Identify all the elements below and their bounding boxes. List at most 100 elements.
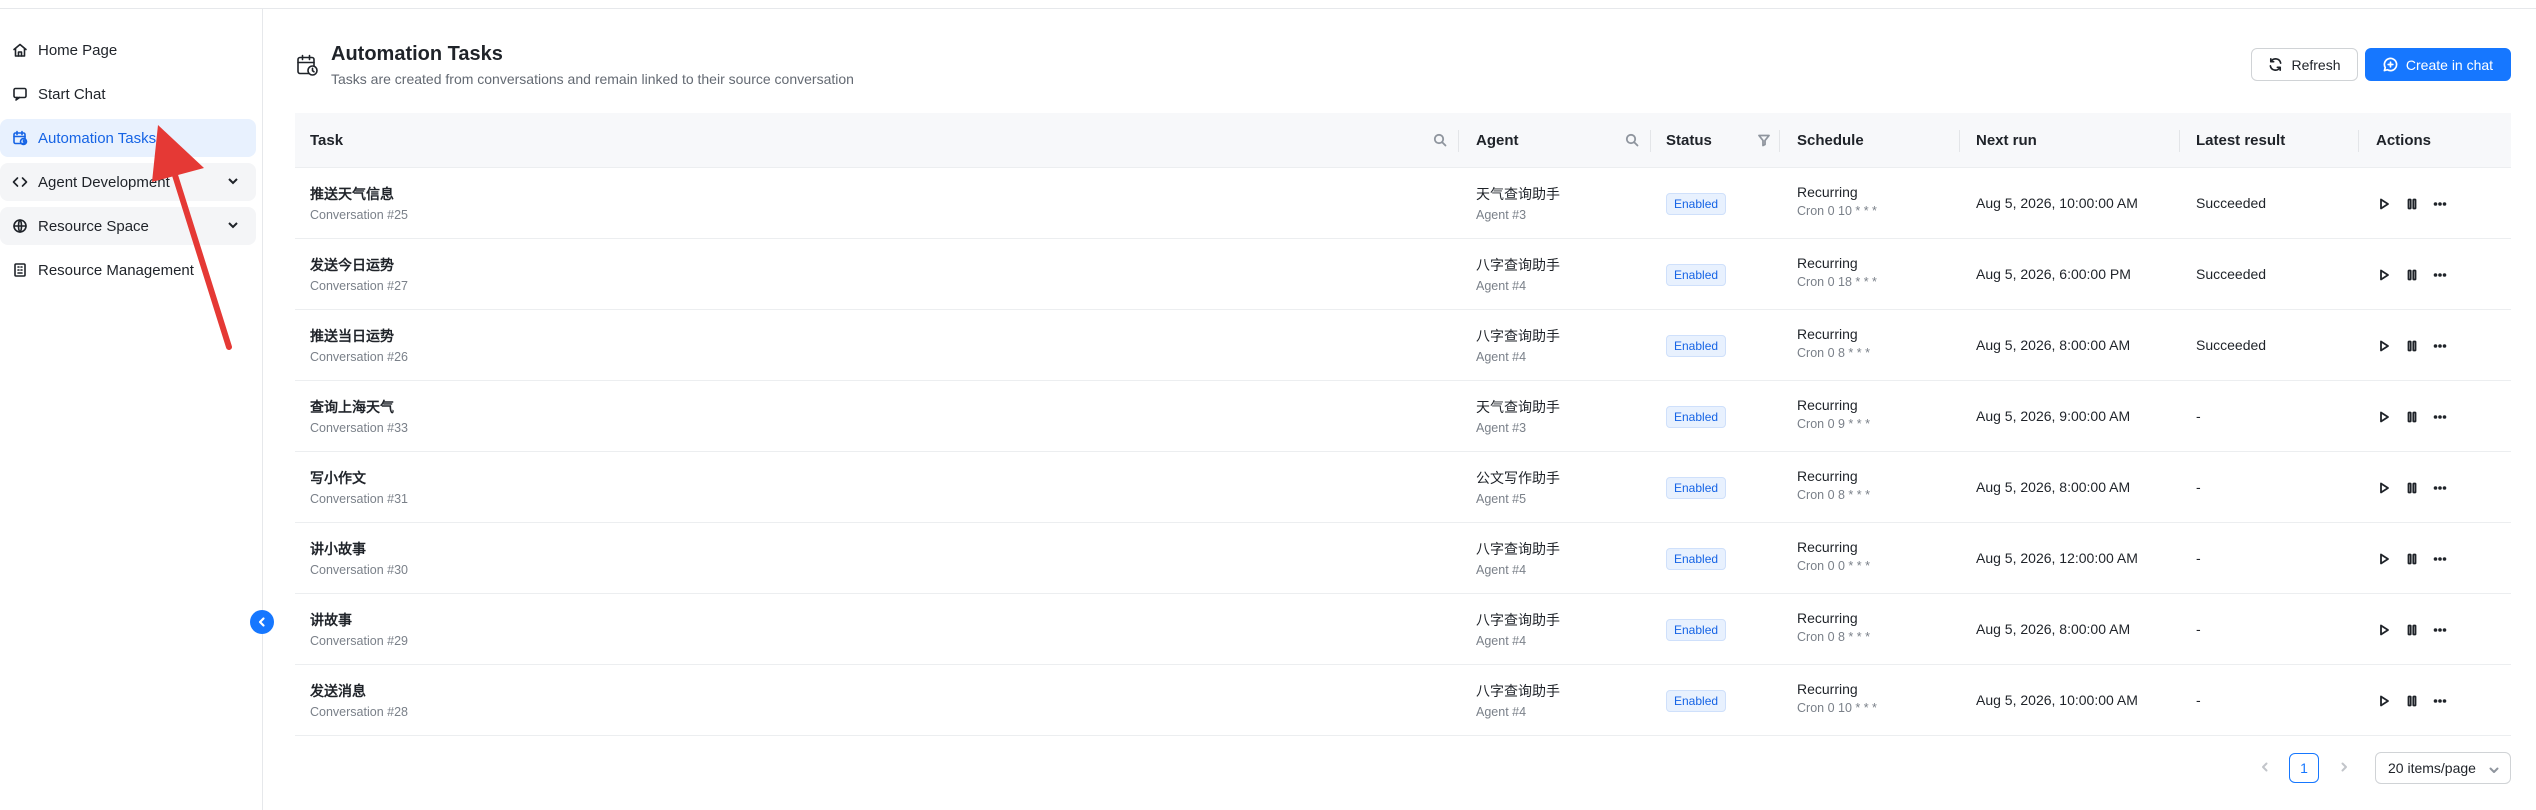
sidebar-item-resource-management[interactable]: Resource Management [0,251,256,289]
schedule-cron: Cron 0 10 * * * [1797,701,1877,715]
search-icon[interactable] [1433,133,1447,147]
search-icon[interactable] [1625,133,1639,147]
schedule-cell: Recurring Cron 0 0 * * * [1797,539,1870,573]
column-header-task: Task [310,132,344,149]
pause-button[interactable] [2404,338,2420,354]
task-conversation[interactable]: Conversation #26 [310,350,408,364]
status-cell: Enabled [1666,406,1727,428]
chevron-down-icon[interactable] [226,218,242,234]
more-actions-button[interactable] [2432,693,2448,709]
filter-icon[interactable] [1757,133,1771,147]
actions-cell [2376,480,2460,496]
pause-button[interactable] [2404,622,2420,638]
sidebar-item-resource-space[interactable]: Resource Space [0,207,256,245]
latest-result-cell: Succeeded [2196,266,2267,282]
column-header-schedule: Schedule [1797,132,1864,149]
actions-cell [2376,409,2460,425]
pause-button[interactable] [2404,409,2420,425]
pause-button[interactable] [2404,480,2420,496]
run-button[interactable] [2376,551,2392,567]
schedule-type: Recurring [1797,681,1858,697]
agent-name: 八字查询助手 [1476,257,1560,273]
page-size-select[interactable]: 20 items/page [2375,752,2511,784]
task-name[interactable]: 查询上海天气 [310,397,408,417]
pagination-page-1[interactable]: 1 [2289,753,2319,783]
refresh-button[interactable]: Refresh [2251,48,2358,81]
pause-button[interactable] [2404,196,2420,212]
run-button[interactable] [2376,693,2392,709]
task-conversation[interactable]: Conversation #25 [310,208,408,222]
task-conversation[interactable]: Conversation #30 [310,563,408,577]
task-cell: 查询上海天气 Conversation #33 [310,397,408,435]
chat-plus-icon [2383,57,2398,72]
pagination-next-button[interactable] [2334,757,2354,777]
more-actions-button[interactable] [2432,480,2448,496]
schedule-cell: Recurring Cron 0 8 * * * [1797,468,1870,502]
sidebar-item-automation-tasks[interactable]: Automation Tasks [0,119,256,157]
task-cell: 推送当日运势 Conversation #26 [310,326,408,364]
play-icon [2380,695,2389,707]
actions-cell [2376,196,2460,212]
agent-name: 天气查询助手 [1476,186,1560,202]
schedule-cell: Recurring Cron 0 18 * * * [1797,255,1877,289]
task-conversation[interactable]: Conversation #33 [310,421,408,435]
task-name[interactable]: 发送今日运势 [310,255,408,275]
sidebar-item-start-chat[interactable]: Start Chat [0,75,256,113]
next-run-cell: Aug 5, 2026, 12:00:00 AM [1976,550,2138,566]
sidebar-item-agent-development[interactable]: Agent Development [0,163,256,201]
run-button[interactable] [2376,622,2392,638]
more-actions-button[interactable] [2432,409,2448,425]
run-button[interactable] [2376,267,2392,283]
pagination-prev-button[interactable] [2255,757,2275,777]
pause-button[interactable] [2404,693,2420,709]
task-name[interactable]: 推送当日运势 [310,326,408,346]
sidebar-item-label: Resource Management [38,261,194,279]
agent-id: Agent #4 [1476,705,1527,719]
run-button[interactable] [2376,338,2392,354]
schedule-cron: Cron 0 8 * * * [1797,630,1870,644]
task-cell: 写小作文 Conversation #31 [310,468,408,506]
chevron-down-icon [2488,763,2500,775]
schedule-cron: Cron 0 18 * * * [1797,275,1877,289]
task-conversation[interactable]: Conversation #27 [310,279,408,293]
status-cell: Enabled [1666,193,1727,215]
building-icon [12,262,28,278]
task-name[interactable]: 写小作文 [310,468,408,488]
create-in-chat-button-label: Create in chat [2405,56,2494,73]
chevron-left-icon [2262,762,2268,772]
task-conversation[interactable]: Conversation #28 [310,705,408,719]
more-actions-button[interactable] [2432,267,2448,283]
task-conversation[interactable]: Conversation #31 [310,492,408,506]
more-actions-button[interactable] [2432,338,2448,354]
agent-cell: 八字查询助手 Agent #4 [1476,539,1560,577]
pause-button[interactable] [2404,267,2420,283]
next-run-cell: Aug 5, 2026, 6:00:00 PM [1976,266,2131,282]
task-name[interactable]: 讲故事 [310,610,408,630]
pause-icon [2407,553,2417,565]
more-icon [2433,557,2447,561]
sidebar-collapse-button[interactable] [250,610,274,634]
more-icon [2433,486,2447,490]
agent-id: Agent #4 [1476,279,1527,293]
sidebar-item-label: Start Chat [38,85,106,103]
schedule-cron: Cron 0 8 * * * [1797,346,1870,360]
task-name[interactable]: 发送消息 [310,681,408,701]
create-in-chat-button[interactable]: Create in chat [2365,48,2511,81]
run-button[interactable] [2376,196,2392,212]
column-separator [1779,130,1780,152]
home-icon [12,42,28,58]
sidebar-item-label: Resource Space [38,217,149,235]
more-actions-button[interactable] [2432,622,2448,638]
task-conversation[interactable]: Conversation #29 [310,634,408,648]
task-name[interactable]: 讲小故事 [310,539,408,559]
more-actions-button[interactable] [2432,196,2448,212]
more-actions-button[interactable] [2432,551,2448,567]
task-name[interactable]: 推送天气信息 [310,184,408,204]
sidebar-item-home-page[interactable]: Home Page [0,31,256,69]
schedule-cell: Recurring Cron 0 8 * * * [1797,610,1870,644]
run-button[interactable] [2376,409,2392,425]
chevron-down-icon[interactable] [226,174,242,190]
pause-button[interactable] [2404,551,2420,567]
sidebar-item-label: Home Page [38,41,118,59]
run-button[interactable] [2376,480,2392,496]
